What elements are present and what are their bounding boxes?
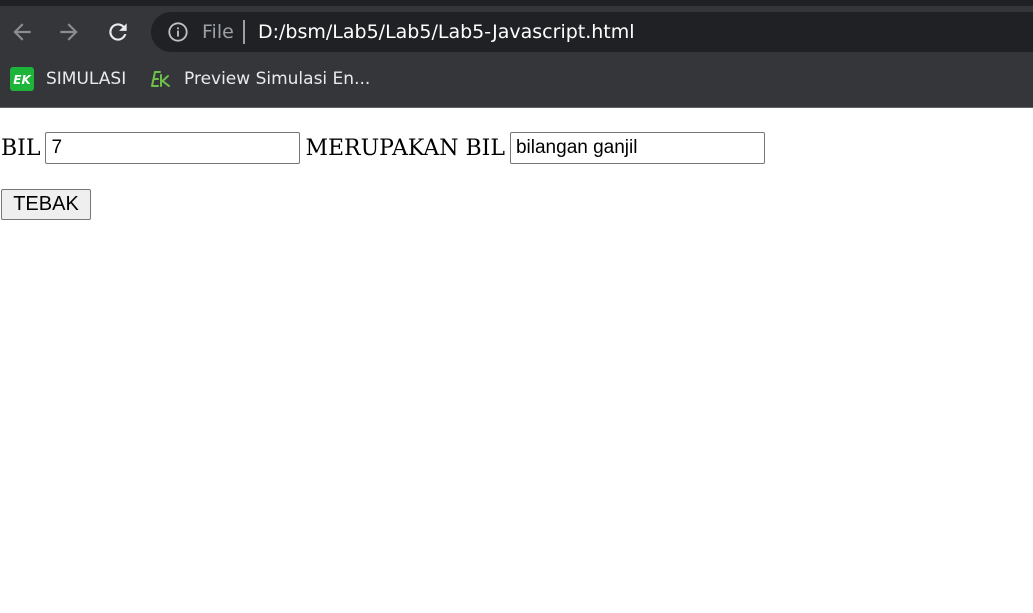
arrow-right-icon bbox=[60, 23, 78, 41]
merupakan-bil-label: MERUPAKAN BIL bbox=[305, 135, 505, 161]
tab-strip-edge bbox=[0, 0, 1033, 6]
bookmark-label: Preview Simulasi En... bbox=[184, 69, 371, 89]
info-icon[interactable] bbox=[167, 21, 189, 43]
bookmark-label: SIMULASI bbox=[46, 69, 127, 89]
bookmark-preview-simulasi[interactable]: Preview Simulasi En... bbox=[148, 66, 370, 92]
arrow-left-icon bbox=[13, 23, 31, 41]
forward-button[interactable] bbox=[53, 16, 85, 48]
ek-outline-icon bbox=[151, 71, 170, 87]
address-divider bbox=[243, 20, 245, 44]
browser-toolbar: File D:/bsm/Lab5/Lab5/Lab5-Javascript.ht… bbox=[0, 0, 1033, 108]
url-text[interactable]: D:/bsm/Lab5/Lab5/Lab5-Javascript.html bbox=[258, 20, 635, 44]
form-row: BIL MERUPAKAN BIL bbox=[1, 132, 770, 164]
svg-text:EK: EK bbox=[13, 73, 32, 87]
back-button[interactable] bbox=[6, 16, 38, 48]
ek-green-icon: EK bbox=[10, 67, 34, 91]
bil-input[interactable] bbox=[45, 132, 301, 164]
scheme-label: File bbox=[202, 21, 234, 43]
reload-button[interactable] bbox=[102, 16, 134, 48]
address-bar[interactable]: File D:/bsm/Lab5/Lab5/Lab5-Javascript.ht… bbox=[151, 12, 1033, 52]
result-field[interactable] bbox=[509, 132, 765, 164]
page-content: BIL MERUPAKAN BIL TEBAK bbox=[0, 108, 1033, 613]
reload-icon bbox=[109, 23, 127, 41]
bil-label: BIL bbox=[1, 135, 41, 161]
bookmark-simulasi[interactable]: EK SIMULASI bbox=[10, 66, 126, 92]
tebak-button[interactable]: TEBAK bbox=[1, 189, 91, 220]
